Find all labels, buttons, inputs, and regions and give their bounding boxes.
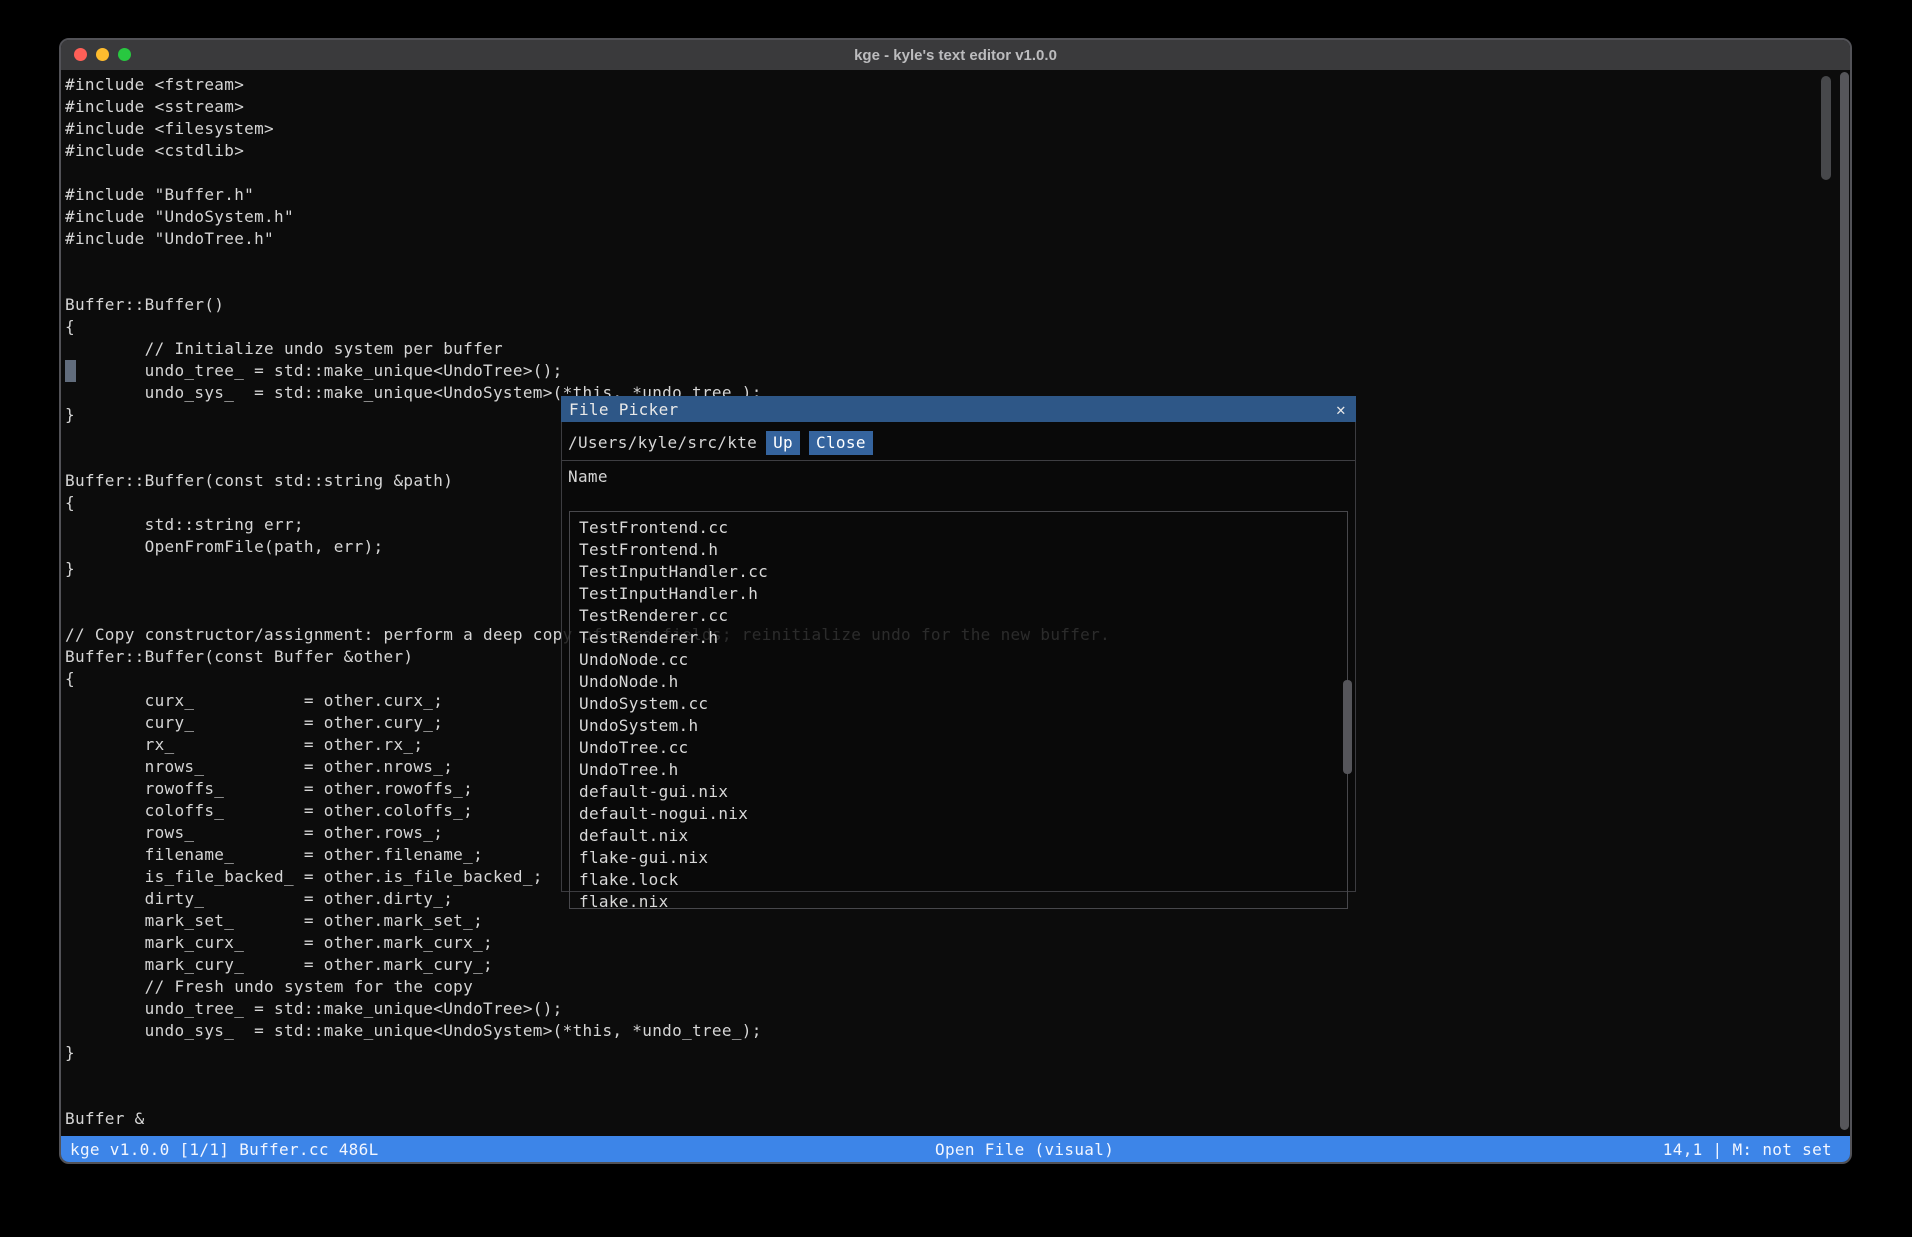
close-window-icon[interactable] (74, 48, 87, 61)
minimize-window-icon[interactable] (96, 48, 109, 61)
file-list-item[interactable]: UndoSystem.h (570, 715, 1347, 737)
file-list-scrollbar-thumb[interactable] (1343, 680, 1352, 774)
editor-scrollbar-thumb[interactable] (1821, 76, 1831, 180)
close-icon[interactable]: ✕ (1336, 400, 1346, 419)
file-list-item[interactable]: TestInputHandler.h (570, 583, 1347, 605)
window-titlebar[interactable]: kge - kyle's text editor v1.0.0 (61, 40, 1850, 70)
file-list-item[interactable]: TestRenderer.h (570, 627, 1347, 649)
file-list-item[interactable]: default-nogui.nix (570, 803, 1347, 825)
status-bar: kge v1.0.0 [1/1] Buffer.cc 486L Open Fil… (61, 1136, 1850, 1162)
file-picker-dialog: File Picker ✕ /Users/kyle/src/kte Up Clo… (561, 396, 1356, 892)
current-path: /Users/kyle/src/kte (568, 433, 757, 452)
text-cursor (65, 360, 76, 382)
file-picker-title: File Picker (569, 400, 1336, 419)
file-list-item[interactable]: TestFrontend.cc (570, 517, 1347, 539)
editor-content: #include <fstream> #include <sstream> #i… (61, 70, 1850, 1162)
editor-window: kge - kyle's text editor v1.0.0 #include… (59, 38, 1852, 1164)
file-list-item[interactable]: flake.lock (570, 869, 1347, 891)
name-column-header: Name (562, 461, 1355, 492)
file-list-item[interactable]: UndoNode.cc (570, 649, 1347, 671)
status-file-info: kge v1.0.0 [1/1] Buffer.cc 486L (61, 1140, 379, 1159)
zoom-window-icon[interactable] (118, 48, 131, 61)
status-cursor-position: 14,1 | M: not set (1663, 1140, 1832, 1159)
status-mode: Open File (visual) (935, 1140, 1114, 1159)
file-list-item[interactable]: default.nix (570, 825, 1347, 847)
file-list-item[interactable]: UndoNode.h (570, 671, 1347, 693)
file-list-item[interactable]: UndoTree.h (570, 759, 1347, 781)
traffic-lights (74, 48, 131, 61)
file-list: TestFrontend.cc TestFrontend.h TestInput… (569, 511, 1348, 909)
close-button[interactable]: Close (809, 431, 873, 455)
file-picker-titlebar[interactable]: File Picker ✕ (561, 396, 1356, 422)
file-list-item[interactable]: flake-gui.nix (570, 847, 1347, 869)
file-list-item[interactable]: TestFrontend.h (570, 539, 1347, 561)
file-picker-body: /Users/kyle/src/kte Up Close Name TestFr… (562, 422, 1355, 891)
up-button[interactable]: Up (766, 431, 800, 455)
file-list-item[interactable]: UndoSystem.cc (570, 693, 1347, 715)
file-list-item[interactable]: flake.nix (570, 891, 1347, 909)
file-list-item[interactable]: UndoTree.cc (570, 737, 1347, 759)
window-scrollbar-track[interactable] (1840, 72, 1849, 1130)
path-row: /Users/kyle/src/kte Up Close (562, 422, 1355, 460)
file-list-item[interactable]: TestRenderer.cc (570, 605, 1347, 627)
file-list-item[interactable]: TestInputHandler.cc (570, 561, 1347, 583)
window-title: kge - kyle's text editor v1.0.0 (854, 47, 1057, 64)
file-list-item[interactable]: default-gui.nix (570, 781, 1347, 803)
